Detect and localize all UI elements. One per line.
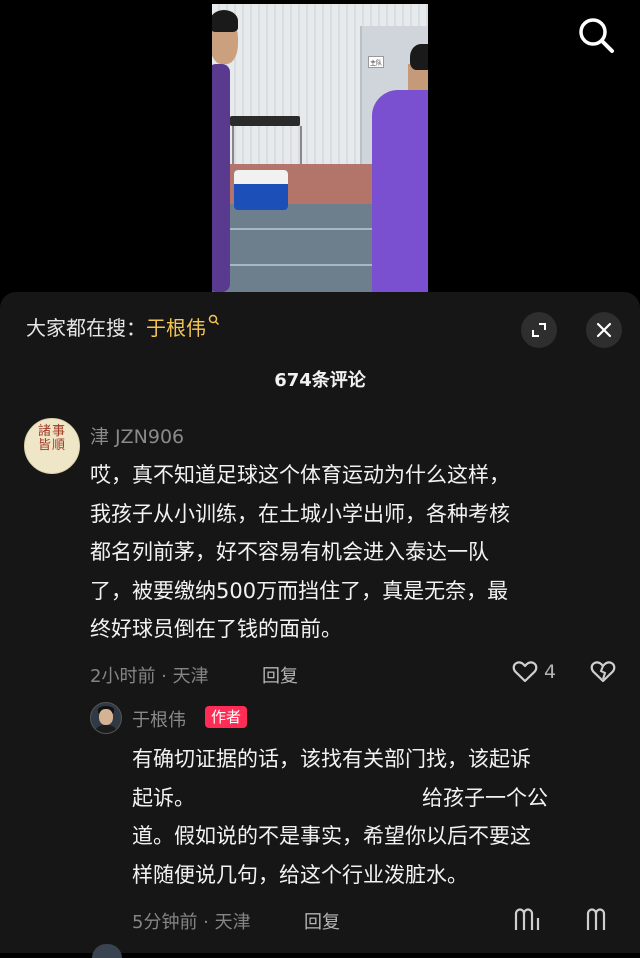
reply-line: 样随便说几句，给这个行业泼脏水。: [132, 862, 468, 887]
reply-avatar-face: [99, 709, 113, 725]
reply-line: 起诉。 给孩子一个公: [132, 785, 548, 810]
expand-button[interactable]: [521, 312, 557, 348]
video-rack-legs: [232, 126, 302, 166]
video-shoe-rack: [230, 116, 300, 126]
reply-username[interactable]: 于根伟: [132, 706, 186, 732]
video-door-sign-text: 主队: [370, 60, 383, 67]
hot-search-prefix: 大家都在搜：: [26, 316, 146, 340]
video-person-right: [372, 90, 428, 292]
author-badge: 作者: [205, 706, 248, 728]
reply-button[interactable]: 回复: [262, 662, 298, 688]
video-person-left: [212, 64, 230, 292]
close-icon: [596, 322, 612, 338]
video-frame[interactable]: 主队: [212, 4, 428, 292]
comment-count: 674条评论: [274, 370, 366, 391]
comment-username[interactable]: 津 JZN906: [90, 422, 184, 449]
avatar-text: 諸事皆順: [37, 424, 66, 453]
reply-text: 有确切证据的话，该找有关部门找，该起诉 起诉。 给孩子一个公 道。假如说的不是事…: [132, 740, 622, 894]
video-person-left-hair: [212, 10, 238, 32]
reply-reaction-icons[interactable]: [512, 904, 622, 936]
heart-icon: [512, 661, 538, 683]
comment-line: 终好球员倒在了钱的面前。: [90, 617, 342, 641]
dislike-button[interactable]: [590, 660, 616, 688]
video-door-sign: 主队: [368, 56, 384, 68]
hot-search-bar[interactable]: 大家都在搜：于根伟: [26, 312, 220, 341]
video-person-right-hair: [410, 44, 428, 70]
comment-line: 了，被要缴纳500万而挡住了，真是无奈，最: [90, 578, 509, 603]
comment-time-location: 2小时前 · 天津: [90, 666, 209, 687]
like-count: 4: [544, 661, 557, 683]
video-cooler-lid: [234, 170, 288, 184]
comment-text: 哎，真不知道足球这个体育运动为什么这样， 我孩子从小训练，在土城小学出师，各种考…: [90, 456, 610, 649]
reply-reply-button[interactable]: 回复: [304, 908, 340, 934]
reply-line: 道。假如说的不是事实，希望你以后不要这: [132, 824, 531, 848]
broken-heart-icon: [590, 661, 616, 683]
reply-line: 有确切证据的话，该找有关部门找，该起诉: [132, 747, 531, 771]
reply-time-location: 5分钟前 · 天津: [132, 912, 251, 933]
comment-line: 哎，真不知道足球这个体育运动为什么这样，: [90, 463, 510, 487]
next-comment-avatar[interactable]: [92, 944, 122, 958]
avatar[interactable]: 諸事皆順: [24, 418, 80, 474]
expand-icon: [532, 323, 546, 337]
reply-like-icons-partial: [514, 908, 606, 930]
comment-line: 我孩子从小训练，在土城小学出师，各种考核: [90, 501, 510, 526]
comment-line: 都名列前茅，好不容易有机会进入泰达一队: [90, 540, 489, 564]
comment-panel: 大家都在搜：于根伟 674条评论 諸事皆順 津 JZN906 哎，真不知道足球这…: [0, 292, 640, 958]
reply-avatar-body: [94, 725, 118, 733]
reply-avatar[interactable]: [90, 702, 122, 734]
search-icon: [579, 18, 614, 53]
close-button[interactable]: [586, 312, 622, 348]
like-button[interactable]: 4: [512, 660, 556, 684]
hot-search-keyword[interactable]: 于根伟: [146, 316, 206, 340]
search-small-icon: [208, 314, 220, 326]
video-player[interactable]: 主队: [0, 0, 640, 292]
search-button[interactable]: [574, 14, 618, 58]
